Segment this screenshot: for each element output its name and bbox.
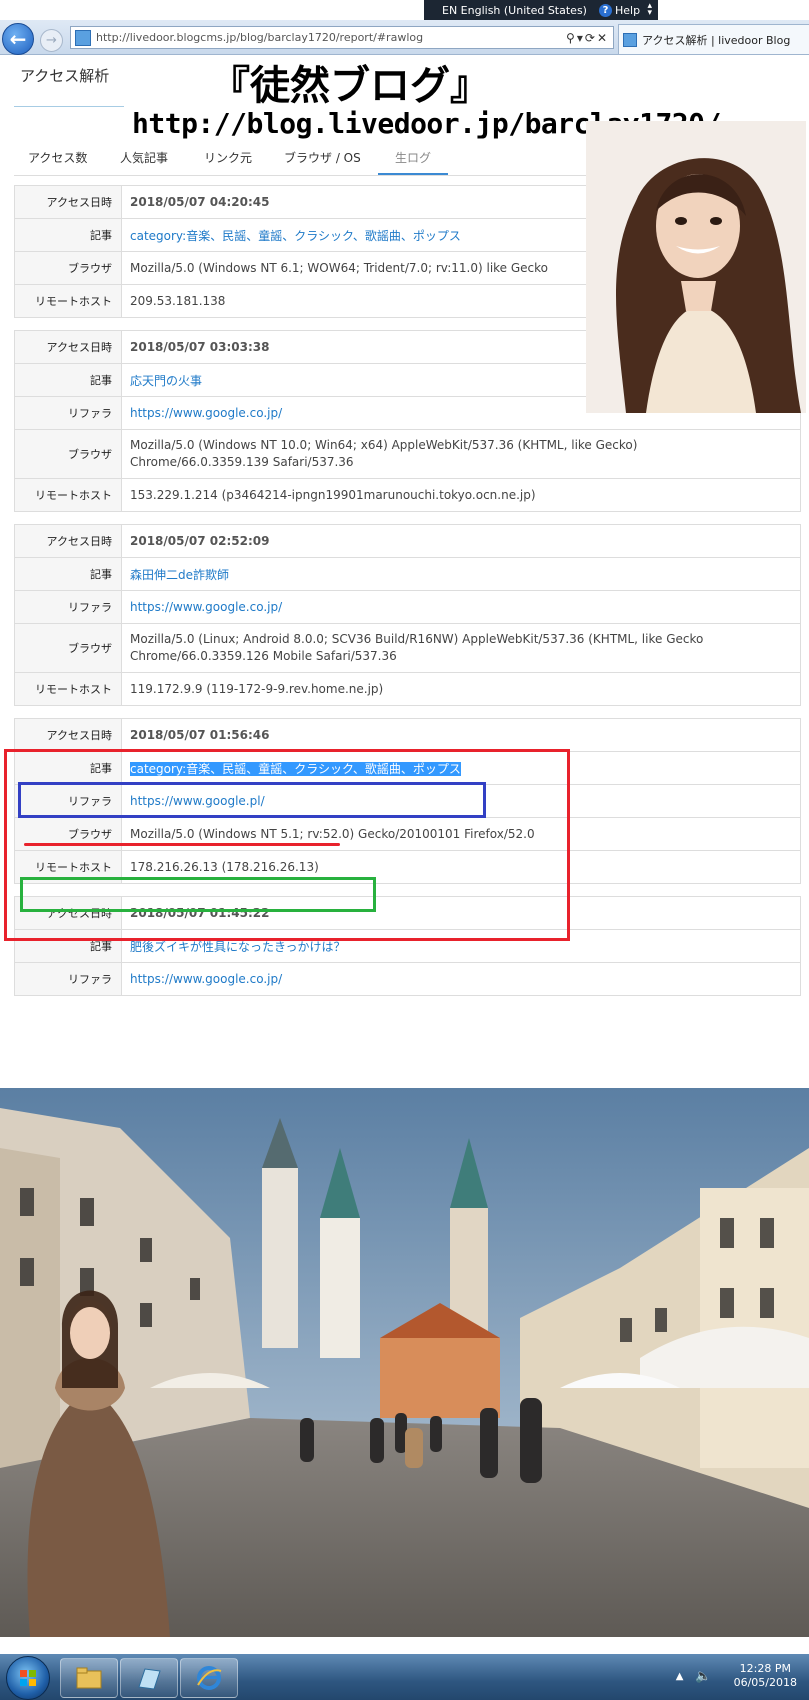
label-access-time: アクセス日時 (14, 524, 122, 558)
forward-arrow-icon: → (46, 33, 57, 48)
label-access-time: アクセス日時 (14, 185, 122, 219)
clock-time: 12:28 PM (739, 1662, 791, 1675)
tray-expand-icon[interactable]: ▲ (676, 1671, 684, 1682)
label-access-time: アクセス日時 (14, 718, 122, 752)
windows-logo-icon (20, 1670, 36, 1686)
address-url[interactable]: http://livedoor.blogcms.jp/blog/barclay1… (96, 31, 423, 44)
system-tray: ▲ 🔈 12:28 PM 06/05/2018 (676, 1662, 797, 1690)
help-label: Help (614, 4, 641, 17)
language-bar-menu-icon[interactable]: ▴ ▾ (647, 2, 652, 18)
referrer-link[interactable]: https://www.google.co.jp/ (121, 590, 801, 624)
browser-navbar: ← → http://livedoor.blogcms.jp/blog/barc… (0, 20, 809, 55)
internet-explorer-icon (197, 1666, 222, 1690)
stop-icon[interactable]: ✕ (597, 31, 609, 45)
tab-raw-log[interactable]: 生ログ (378, 145, 448, 175)
highlight-box-blue (18, 782, 486, 818)
clock-date: 06/05/2018 (733, 1676, 797, 1689)
label-article: 記事 (14, 363, 122, 397)
address-bar[interactable]: http://livedoor.blogcms.jp/blog/barclay1… (70, 26, 614, 49)
browser-agent-line: Chrome/66.0.3359.126 Mobile Safari/537.3… (130, 649, 397, 663)
label-referrer: リファラ (14, 590, 122, 624)
forward-button[interactable]: → (40, 29, 63, 52)
top-bar (0, 0, 809, 20)
label-remote-host: リモートホスト (14, 672, 122, 706)
label-referrer: リファラ (14, 396, 122, 430)
page-content: アクセス解析 『徒然ブログ』 http://blog.livedoor.jp/b… (0, 55, 809, 1040)
tab-access-count[interactable]: アクセス数 (28, 145, 87, 173)
tab-referrers[interactable]: リンク元 (204, 145, 252, 173)
tab-browser-os[interactable]: ブラウザ / OS (284, 145, 361, 173)
browser-agent: Mozilla/5.0 (Linux; Android 8.0.0; SCV36… (121, 623, 801, 673)
back-arrow-icon: ← (9, 27, 27, 51)
folder-icon (76, 1667, 102, 1689)
start-button[interactable] (6, 1656, 50, 1700)
article-link[interactable]: 森田伸二de詐欺師 (121, 557, 801, 591)
label-article: 記事 (14, 218, 122, 252)
clock[interactable]: 12:28 PM 06/05/2018 (734, 1662, 797, 1690)
street-photo (0, 1088, 809, 1637)
tab-favicon-icon (623, 32, 637, 47)
taskbar-explorer-button[interactable] (60, 1658, 118, 1698)
taskbar-app-button[interactable] (120, 1658, 178, 1698)
back-button[interactable]: ← (2, 23, 34, 55)
language-indicator[interactable]: EN English (United States) (442, 4, 587, 17)
remote-host: 119.172.9.9 (119-172-9-9.rev.home.ne.jp) (121, 672, 801, 706)
browser-tab[interactable]: アクセス解析 | livedoor Blog (618, 24, 809, 54)
overlay-blog-title: 『徒然ブログ』 (210, 62, 490, 109)
browser-agent-line: Mozilla/5.0 (Linux; Android 8.0.0; SCV36… (130, 632, 704, 646)
taskbar-ie-button[interactable] (180, 1658, 238, 1698)
access-time: 2018/05/07 02:52:09 (121, 524, 801, 558)
tab-popular-articles[interactable]: 人気記事 (120, 145, 168, 173)
referrer-link[interactable]: https://www.google.co.jp/ (121, 962, 801, 996)
window-app-icon (138, 1668, 161, 1690)
highlight-underline-red (24, 843, 340, 846)
browser-agent-line: Mozilla/5.0 (Windows NT 10.0; Win64; x64… (130, 438, 638, 452)
taskbar: ▲ 🔈 12:28 PM 06/05/2018 (0, 1654, 809, 1700)
label-browser: ブラウザ (14, 429, 122, 479)
language-bar[interactable]: EN English (United States) ? Help ▴ ▾ (424, 0, 658, 21)
label-browser: ブラウザ (14, 251, 122, 285)
browser-agent: Mozilla/5.0 (Windows NT 10.0; Win64; x64… (121, 429, 801, 479)
label-access-time: アクセス日時 (14, 330, 122, 364)
site-title: アクセス解析 (20, 67, 110, 85)
address-tools[interactable]: ⚲▾⟳✕ (566, 31, 609, 45)
label-remote-host: リモートホスト (14, 478, 122, 512)
highlight-box-green (20, 877, 376, 912)
page-favicon-icon (75, 29, 91, 46)
log-entry: アクセス日時 2018/05/07 02:52:09 記事 森田伸二de詐欺師 … (14, 524, 801, 706)
help-button[interactable]: ? Help (598, 4, 641, 17)
help-icon: ? (598, 4, 612, 17)
refresh-icon[interactable]: ⟳ (585, 31, 597, 45)
browser-agent-line: Chrome/66.0.3359.139 Safari/537.36 (130, 455, 354, 469)
access-time: 2018/05/07 01:56:46 (121, 718, 801, 752)
volume-icon[interactable]: 🔈 (695, 1669, 711, 1684)
tab-title[interactable]: アクセス解析 | livedoor Blog (642, 32, 790, 48)
label-article: 記事 (14, 557, 122, 591)
portrait-photo (586, 121, 806, 413)
label-browser: ブラウザ (14, 623, 122, 673)
site-title-underline (14, 106, 124, 107)
label-referrer: リファラ (14, 962, 122, 996)
label-remote-host: リモートホスト (14, 284, 122, 318)
remote-host: 153.229.1.214 (p3464214-ipngn19901maruno… (121, 478, 801, 512)
search-icon[interactable]: ⚲ (566, 31, 577, 45)
